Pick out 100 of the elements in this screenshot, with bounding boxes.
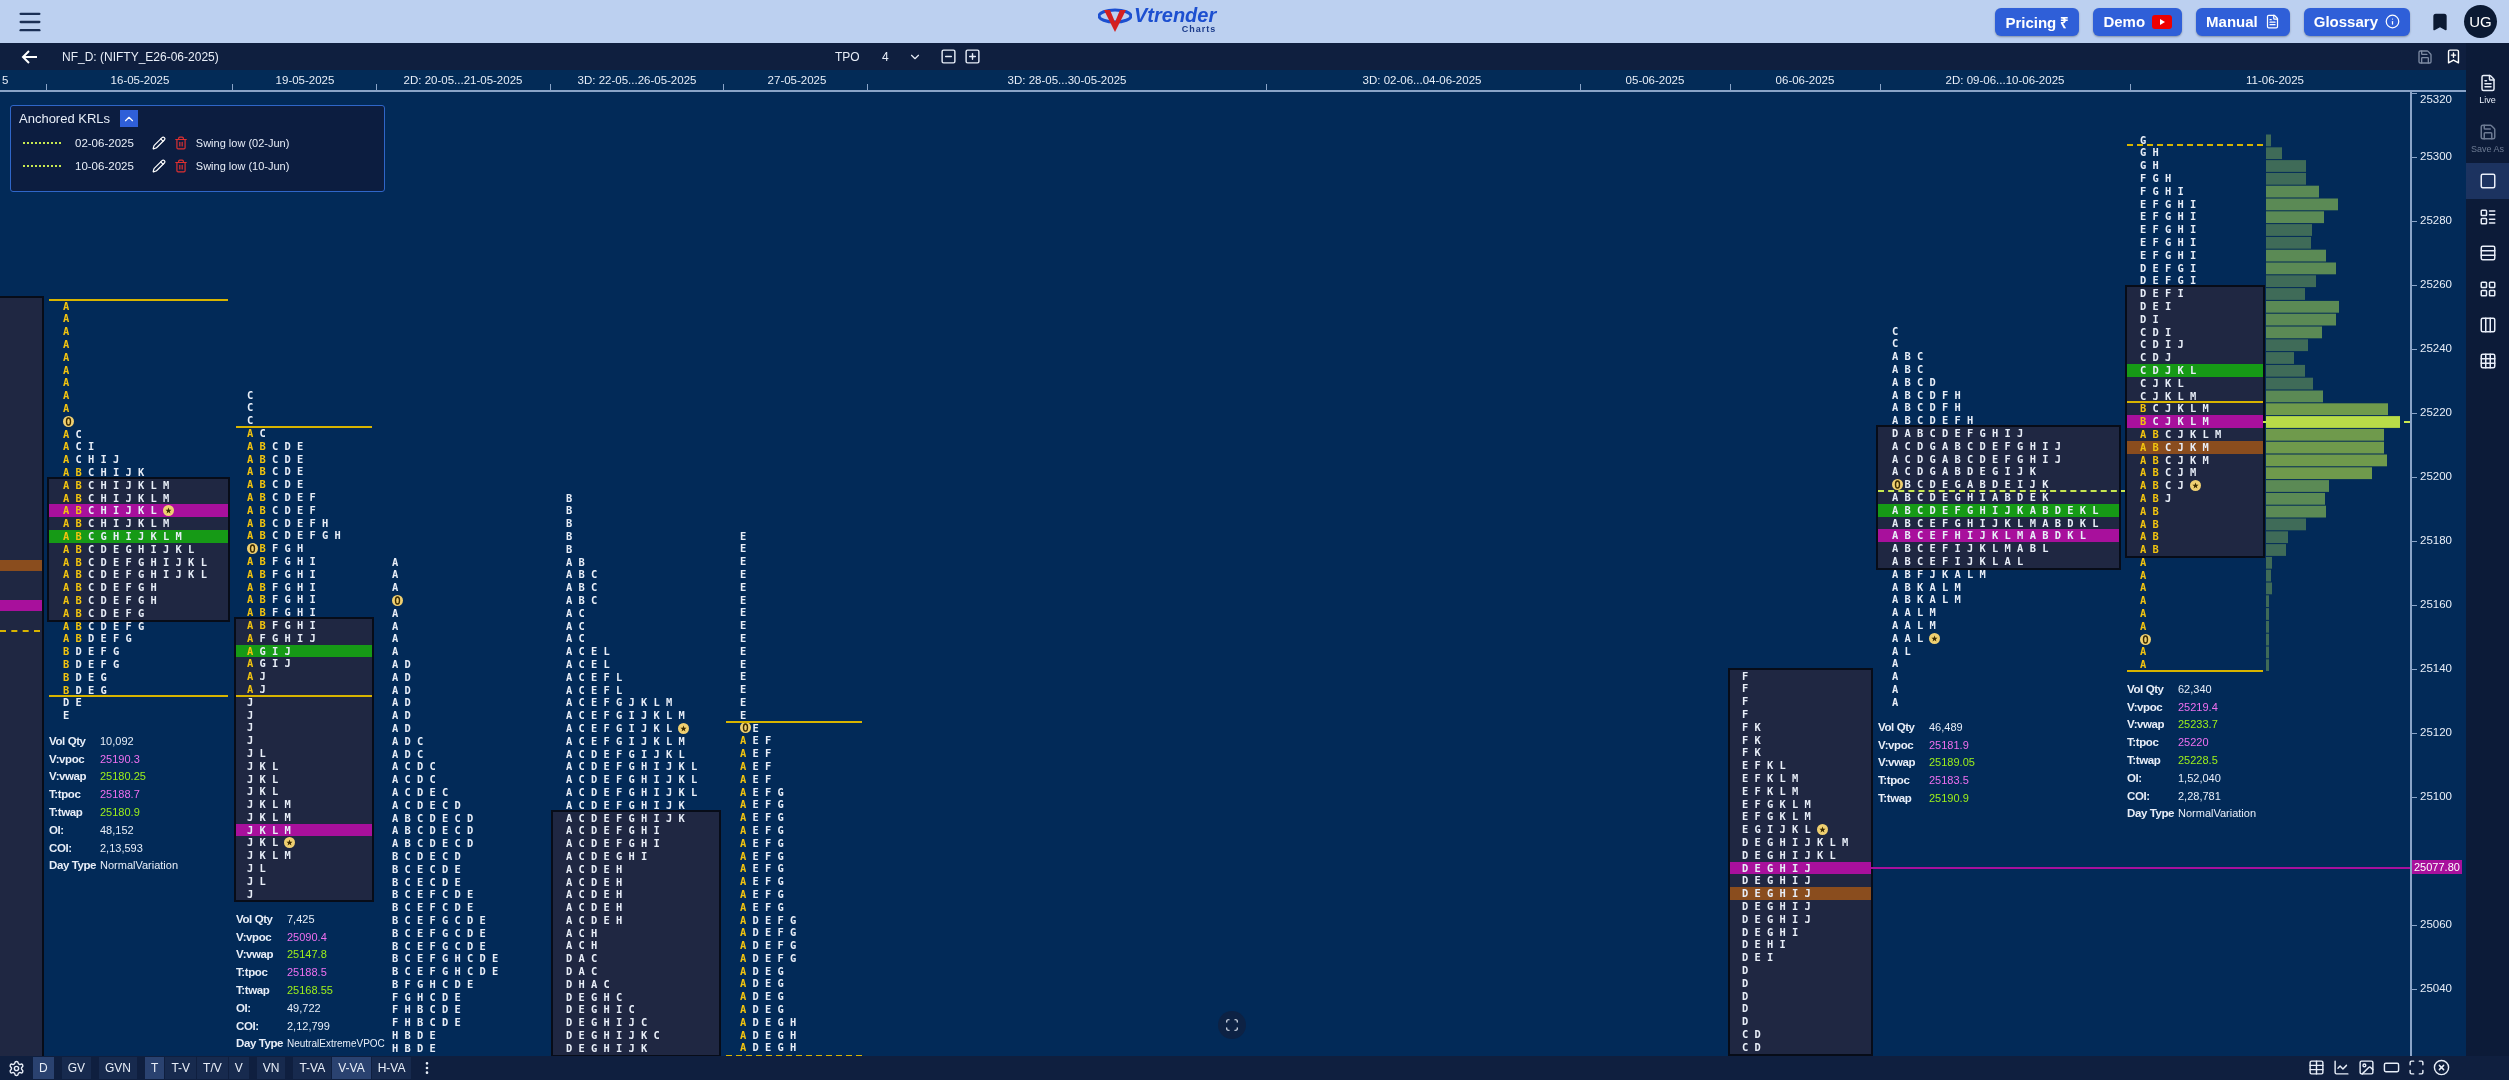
tpo-letters: F G H xyxy=(2140,172,2172,185)
edit-icon[interactable] xyxy=(151,159,166,173)
sidebar-item[interactable] xyxy=(2466,163,2509,199)
tpo-value[interactable]: 4 xyxy=(882,49,889,64)
stat-value: 25190.9 xyxy=(1929,792,1970,805)
tpo-letters: G I J xyxy=(259,644,291,658)
tpo-letters: E F G xyxy=(752,823,784,837)
view-tab[interactable]: V-VA xyxy=(332,1057,371,1079)
image-icon[interactable] xyxy=(2358,1059,2375,1076)
stat-label: V:vwap xyxy=(1878,756,1917,769)
tpo-letters: E F G xyxy=(752,798,784,812)
header-button[interactable]: Manual xyxy=(2196,7,2290,36)
line-chart-icon[interactable] xyxy=(2333,1059,2350,1076)
tpo-letters: C D E F G H xyxy=(88,593,157,607)
bookmark-plus-icon[interactable] xyxy=(2445,48,2462,65)
tpo-letters: B xyxy=(566,491,573,505)
tpo-letters: A B C E F H I J K L M A B D K L xyxy=(1892,529,2086,543)
edit-icon[interactable] xyxy=(151,136,166,150)
close-icon[interactable] xyxy=(2433,1059,2450,1076)
stat-value: 25228.5 xyxy=(2178,754,2219,767)
grid-icon xyxy=(2478,280,2497,298)
header-button[interactable]: Pricing ₹ xyxy=(1995,7,2080,36)
ib-letters: A xyxy=(740,990,747,1004)
tpo-letters: D E G xyxy=(75,670,107,684)
tpo-letters: A B C E F G H I J K L M A B D K L xyxy=(1892,516,2099,530)
tpo-letters: A C D E C D xyxy=(392,798,461,812)
volume-bar xyxy=(2266,210,2324,223)
tpo-letters: A A L xyxy=(1892,631,1924,645)
fullscreen-icon[interactable] xyxy=(2408,1059,2425,1076)
tpo-letters: C D E F xyxy=(272,490,316,504)
back-arrow-icon[interactable] xyxy=(20,48,38,65)
ib-letters: A xyxy=(2140,594,2147,608)
tpo-letters: A B C D E F H xyxy=(1892,414,1974,427)
view-tab[interactable]: T-V xyxy=(165,1057,197,1079)
price-label: 25300 xyxy=(2420,150,2452,162)
tpo-label: TPO xyxy=(835,49,860,64)
ib-letters: A B xyxy=(247,529,266,543)
bookmark-icon[interactable] xyxy=(2430,11,2450,32)
stat-value: 25180.25 xyxy=(100,770,147,783)
tpo-letters: C D E G H I J K L xyxy=(88,542,195,556)
ib-letters: A xyxy=(740,823,747,837)
ib-letters: B xyxy=(2140,415,2147,428)
table-icon[interactable] xyxy=(2308,1059,2325,1076)
tpo-letters: B C E F C D E xyxy=(392,888,474,902)
settings-icon[interactable] xyxy=(8,1059,25,1077)
view-tab[interactable]: D xyxy=(33,1057,54,1079)
view-tab[interactable]: GV xyxy=(61,1057,91,1079)
stat-label: OI: xyxy=(2127,771,2143,784)
ib-letters: A B xyxy=(247,618,266,632)
tpo-letters: E F G xyxy=(752,862,784,876)
delete-icon[interactable] xyxy=(173,136,188,150)
focus-button[interactable] xyxy=(1218,1011,1246,1039)
tpo-letters: F G H I xyxy=(272,618,316,632)
krl-label: Swing low (02-Jun) xyxy=(195,137,290,149)
tpo-letters: D I xyxy=(2140,312,2159,326)
tpo-letters: B C E F G C D E xyxy=(392,913,486,927)
tpo-letters: E xyxy=(740,683,747,696)
view-tab[interactable]: GVN xyxy=(99,1057,138,1079)
tpo-letters: E xyxy=(740,670,747,684)
tpo-letters: B C D E G A B D E I J K xyxy=(1904,478,2049,491)
tpo-letters: A B C xyxy=(566,568,598,582)
stat-label: OI: xyxy=(49,823,65,836)
view-tab[interactable]: T/V xyxy=(197,1057,228,1079)
ib-letters: A B xyxy=(247,478,266,491)
tpo-letters: J K L M xyxy=(247,849,291,863)
header-button[interactable]: Demo xyxy=(2093,7,2183,36)
tpo-letters: C xyxy=(247,401,254,415)
collapse-button[interactable] xyxy=(120,110,139,127)
tpo-letters: D E I xyxy=(1742,951,1774,964)
ib-letters: A B xyxy=(63,465,82,479)
ib-letters: A xyxy=(63,338,70,351)
header-button[interactable]: Glossary xyxy=(2303,7,2410,36)
tpo-letters: C D E F G H I J K L xyxy=(88,555,207,569)
tpo-letters: F G H C D E xyxy=(392,990,461,1004)
stat-label: Day Type xyxy=(2127,807,2176,820)
user-avatar[interactable]: UG xyxy=(2464,5,2497,38)
view-tab[interactable]: T-VA xyxy=(293,1057,332,1079)
tpo-letters: A B C D xyxy=(1892,375,1936,389)
tpo-letters: C J K L M xyxy=(2152,415,2209,428)
sidebar-item[interactable]: Live xyxy=(2466,65,2509,114)
tpo-letters: C H I J xyxy=(75,453,120,466)
zoom-in-icon[interactable] xyxy=(964,48,981,65)
save-icon[interactable] xyxy=(2417,48,2433,65)
tpo-letters: A D xyxy=(392,657,411,671)
view-tab[interactable]: V xyxy=(228,1057,249,1079)
tpo-letters: F G H I xyxy=(272,593,316,607)
ib-letters: A xyxy=(740,811,747,824)
ib-letters: A xyxy=(247,682,254,696)
zoom-out-icon[interactable] xyxy=(940,48,957,65)
view-tab[interactable]: VN xyxy=(256,1057,286,1079)
ib-letters: A xyxy=(740,951,747,965)
krl-label: Swing low (10-Jun) xyxy=(195,160,290,172)
stat-label: T:tpoc xyxy=(1878,774,1911,787)
delete-icon[interactable] xyxy=(173,159,188,173)
tpo-letters: D E G H I J xyxy=(1742,912,1811,926)
view-tab[interactable]: T xyxy=(145,1057,165,1079)
tpo-letters: A B C D E C D xyxy=(392,824,474,838)
ib-letters: A B xyxy=(63,542,82,556)
stat-value: 25188.7 xyxy=(100,788,141,801)
view-tab[interactable]: H-VA xyxy=(371,1057,412,1079)
